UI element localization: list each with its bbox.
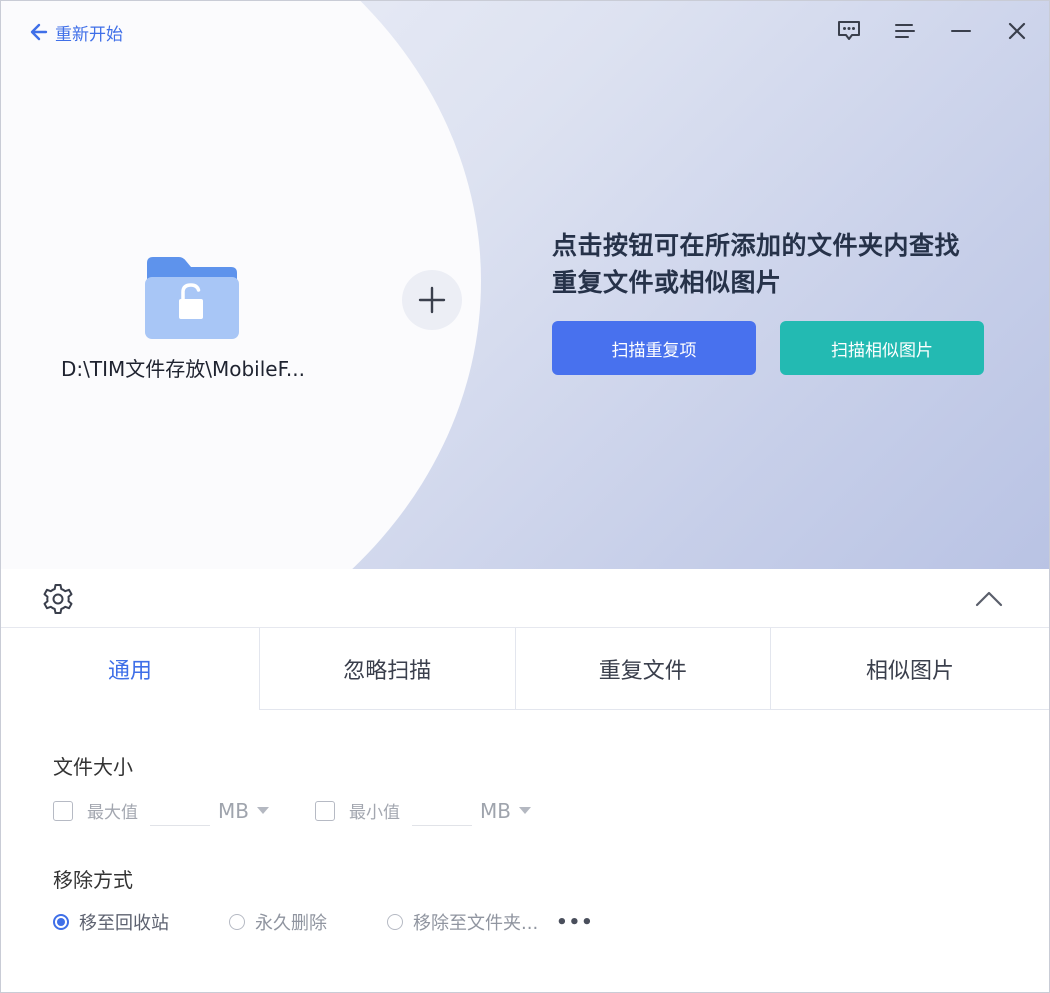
removal-method-row: 移至回收站 永久删除 移除至文件夹... •••: [53, 909, 594, 935]
radio-permanent-delete[interactable]: [229, 914, 245, 930]
caret-down-icon: [256, 807, 269, 814]
file-size-row: 最大值 MB 最小值 MB: [53, 795, 531, 826]
min-size-checkbox[interactable]: [314, 800, 335, 821]
window-controls: [831, 15, 1035, 47]
plus-icon: [418, 286, 446, 314]
minimize-button[interactable]: [943, 15, 979, 47]
restart-label: 重新开始: [55, 24, 123, 45]
chevron-up-icon[interactable]: [973, 587, 1005, 611]
feedback-button[interactable]: [831, 15, 867, 47]
max-size-unit: MB: [218, 798, 249, 823]
more-options-icon[interactable]: •••: [556, 912, 594, 933]
recycle-bin-label[interactable]: 移至回收站: [79, 909, 169, 935]
gear-icon[interactable]: [41, 582, 75, 616]
feedback-icon: [838, 21, 860, 40]
menu-button[interactable]: [887, 15, 923, 47]
min-size-input[interactable]: [411, 795, 472, 826]
close-icon: [1008, 22, 1026, 40]
hero-panel: 重新开始 D:\TIM文件存放\MobileF... 点击按钮可在所添加的文件夹…: [1, 1, 1049, 569]
min-size-unit-select[interactable]: MB: [480, 799, 531, 823]
restart-link[interactable]: 重新开始: [29, 19, 123, 45]
tab-ignore-scan[interactable]: 忽略扫描: [259, 628, 515, 710]
scan-similar-images-button[interactable]: 扫描相似图片: [780, 321, 984, 375]
scan-prompt-line-1: 点击按钮可在所添加的文件夹内查找: [552, 231, 961, 260]
scan-prompt: 点击按钮可在所添加的文件夹内查找 重复文件或相似图片: [552, 227, 1002, 301]
folder-unlocked-icon: [145, 257, 239, 339]
minimize-icon: [951, 30, 971, 32]
close-button[interactable]: [999, 15, 1035, 47]
arrow-left-icon: [30, 23, 48, 41]
min-size-label: 最小值: [348, 803, 400, 823]
tab-general[interactable]: 通用: [1, 628, 259, 710]
radio-recycle-bin[interactable]: [53, 914, 69, 930]
scan-duplicates-button[interactable]: 扫描重复项: [552, 321, 756, 375]
tab-similar-images[interactable]: 相似图片: [770, 628, 1049, 710]
max-size-label: 最大值: [87, 803, 138, 823]
add-folder-button[interactable]: [402, 270, 462, 330]
max-size-unit-select[interactable]: MB: [218, 799, 269, 823]
caret-down-icon: [518, 807, 531, 814]
removal-method-title: 移除方式: [53, 868, 133, 892]
max-size-checkbox[interactable]: [53, 800, 73, 821]
scan-prompt-line-2: 重复文件或相似图片: [552, 268, 782, 297]
file-size-title: 文件大小: [53, 755, 133, 779]
settings-tabs: 通用 忽略扫描 重复文件 相似图片: [1, 628, 1049, 710]
permanent-delete-label[interactable]: 永久删除: [255, 909, 327, 935]
folder-card[interactable]: D:\TIM文件存放\MobileF...: [61, 255, 321, 382]
folder-path: D:\TIM文件存放\MobileF...: [61, 357, 305, 381]
app-window: 重新开始 D:\TIM文件存放\MobileF... 点击按钮可在所添加的文件夹…: [0, 0, 1050, 993]
menu-icon: [895, 24, 915, 38]
settings-header: [1, 569, 1049, 628]
max-size-input[interactable]: [150, 795, 210, 826]
radio-move-to-folder[interactable]: [387, 914, 403, 930]
min-size-unit: MB: [479, 798, 511, 823]
tab-duplicate-files[interactable]: 重复文件: [514, 628, 770, 710]
move-to-folder-label[interactable]: 移除至文件夹...: [413, 909, 538, 935]
